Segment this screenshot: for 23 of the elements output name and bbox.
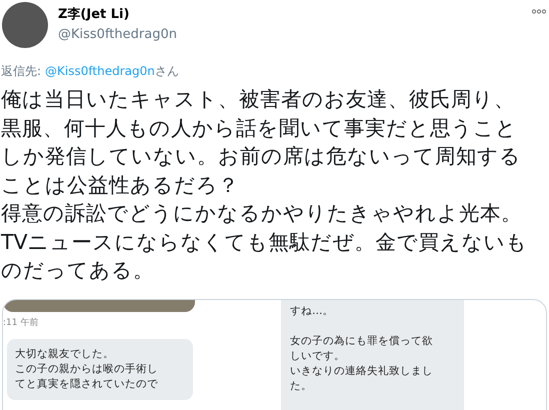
tweet-text-line: 俺は当日いたキャスト、被害者のお友達、彼氏周り、 xyxy=(1,86,516,113)
tweet-text-line: ことは公益性あるだろ？ xyxy=(1,172,240,198)
author-handle: @Kiss0fthedrag0n xyxy=(58,26,177,44)
reply-suffix: さん xyxy=(154,63,179,80)
message-line: てと真実を隠されていたので xyxy=(15,376,159,392)
reply-label: 返信先: xyxy=(1,63,42,80)
message-line: いきなりの連絡失礼致しまし xyxy=(290,364,434,378)
message-line: 女の子の為にも罪を償って欲 xyxy=(290,334,434,348)
more-icon[interactable] xyxy=(532,9,546,14)
avatar[interactable] xyxy=(2,2,48,48)
message-line: た。 xyxy=(290,378,313,394)
message-line: 大切な親友でした。 xyxy=(15,346,115,362)
tweet-text-line: 黒服、何十人もの人から話を聞いて事実だと思うこと xyxy=(1,114,518,142)
chat-screenshot[interactable]: すね…。 女の子の為にも罪を償って欲 しいです。 いきなりの連絡失礼致しまし た。 xyxy=(281,300,464,410)
tweet-text-line: しか発信していない。お前の席は危ないって周知する xyxy=(1,143,522,170)
author-name[interactable]: Z李(Jet Li) xyxy=(58,5,177,25)
tweet-text-line: 得意の訴訟でどうにかなるかやりたきゃやれよ光本。 xyxy=(1,200,523,227)
tweet-text-line: TVニュースにならなくても無駄だぜ。金で買えないも xyxy=(1,228,529,256)
message-time: :11 午前 xyxy=(3,316,40,328)
tweet-text-line: のだってある。 xyxy=(1,257,155,284)
message-line: すね…。 xyxy=(290,304,334,318)
message-line: しいです。 xyxy=(290,348,346,364)
message-line: この子の親からは喉の手術し xyxy=(15,362,159,376)
